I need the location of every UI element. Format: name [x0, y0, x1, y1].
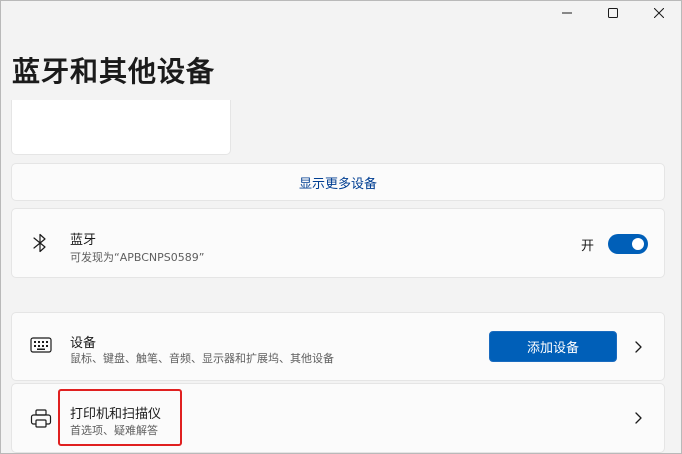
- show-more-devices-button[interactable]: 显示更多设备: [11, 163, 665, 201]
- printers-card[interactable]: 打印机和扫描仪 首选项、疑难解答: [11, 383, 665, 453]
- printers-subtitle: 首选项、疑难解答: [70, 424, 158, 437]
- devices-title: 设备: [70, 336, 97, 351]
- bluetooth-toggle-label: 开: [580, 239, 594, 254]
- bluetooth-subtitle: 可发现为“APBCNPS0589”: [70, 251, 205, 264]
- close-icon: [654, 8, 664, 18]
- printer-icon: [30, 408, 52, 430]
- printers-title: 打印机和扫描仪: [70, 407, 162, 422]
- bluetooth-title: 蓝牙: [70, 233, 97, 248]
- chevron-right-icon[interactable]: [632, 412, 644, 424]
- device-tile[interactable]: [11, 100, 231, 155]
- bluetooth-icon: [30, 233, 50, 253]
- add-device-button[interactable]: 添加设备: [489, 331, 617, 362]
- bluetooth-card: 蓝牙 可发现为“APBCNPS0589” 开: [11, 208, 665, 278]
- close-button[interactable]: [636, 0, 682, 26]
- page-title: 蓝牙和其他设备: [12, 55, 216, 88]
- maximize-icon: [608, 8, 618, 18]
- keyboard-icon: [30, 335, 52, 357]
- title-bar: [544, 0, 682, 28]
- minimize-button[interactable]: [544, 0, 590, 26]
- devices-card[interactable]: 设备 鼠标、键盘、触笔、音频、显示器和扩展坞、其他设备 添加设备: [11, 312, 665, 381]
- maximize-button[interactable]: [590, 0, 636, 26]
- devices-subtitle: 鼠标、键盘、触笔、音频、显示器和扩展坞、其他设备: [70, 352, 334, 365]
- minimize-icon: [562, 12, 572, 14]
- chevron-right-icon[interactable]: [632, 341, 644, 353]
- bluetooth-toggle[interactable]: [608, 234, 648, 254]
- toggle-knob: [632, 238, 644, 250]
